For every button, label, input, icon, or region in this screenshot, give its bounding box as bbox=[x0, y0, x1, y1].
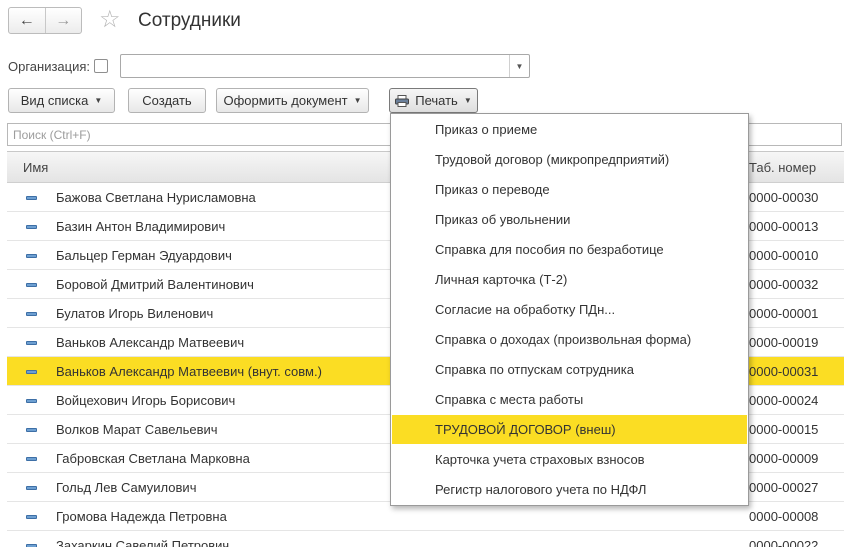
chevron-down-icon: ▼ bbox=[353, 96, 362, 105]
employee-tab-number: 0000-00030 bbox=[749, 190, 819, 205]
employee-tab-number: 0000-00022 bbox=[749, 538, 819, 547]
employee-name: Габровская Светлана Марковна bbox=[56, 451, 250, 466]
employee-name: Гольд Лев Самуилович bbox=[56, 480, 197, 495]
employee-tab-number: 0000-00024 bbox=[749, 393, 819, 408]
table-row[interactable]: Громова Надежда Петровна 0000-00008 bbox=[7, 502, 844, 531]
employee-icon bbox=[26, 225, 37, 229]
employee-name: Волков Марат Савельевич bbox=[56, 422, 218, 437]
print-menu-item[interactable]: Приказ о переводе bbox=[392, 175, 747, 204]
employee-name: Громова Надежда Петровна bbox=[56, 509, 227, 524]
employee-icon bbox=[26, 312, 37, 316]
chevron-down-icon: ▼ bbox=[463, 96, 472, 105]
print-menu-item[interactable]: Справка с места работы bbox=[392, 385, 747, 414]
print-menu-item[interactable]: Справка по отпускам сотрудника bbox=[392, 355, 747, 384]
arrow-right-icon: → bbox=[55, 11, 72, 29]
page-title: Сотрудники bbox=[138, 10, 241, 31]
employee-name: Боровой Дмитрий Валентинович bbox=[56, 277, 254, 292]
employee-icon bbox=[26, 283, 37, 287]
employee-name: Булатов Игорь Виленович bbox=[56, 306, 214, 321]
back-button[interactable]: ← bbox=[9, 8, 45, 33]
create-label: Создать bbox=[142, 93, 192, 108]
create-document-label: Оформить документ bbox=[223, 93, 348, 108]
employee-icon bbox=[26, 457, 37, 461]
print-menu-item[interactable]: Справка для пособия по безработице bbox=[392, 235, 747, 264]
employee-icon bbox=[26, 254, 37, 258]
employee-name: Ваньков Александр Матвеевич bbox=[56, 335, 245, 350]
column-header-tab-number[interactable]: Таб. номер bbox=[749, 160, 816, 175]
forward-button[interactable]: → bbox=[44, 8, 82, 33]
navigation-buttons: ← → bbox=[8, 7, 82, 34]
column-header-name[interactable]: Имя bbox=[23, 160, 48, 175]
print-menu-item[interactable]: Приказ о приеме bbox=[392, 115, 747, 144]
chevron-down-icon[interactable]: ▼ bbox=[509, 55, 529, 77]
employee-icon bbox=[26, 515, 37, 519]
employee-tab-number: 0000-00019 bbox=[749, 335, 819, 350]
print-menu-item[interactable]: Справка о доходах (произвольная форма) bbox=[392, 325, 747, 354]
print-menu-item[interactable]: Карточка учета страховых взносов bbox=[392, 445, 747, 474]
print-menu-item[interactable]: Приказ об увольнении bbox=[392, 205, 747, 234]
employee-name: Войцехович Игорь Борисович bbox=[56, 393, 236, 408]
arrow-left-icon: ← bbox=[18, 11, 35, 29]
employee-tab-number: 0000-00032 bbox=[749, 277, 819, 292]
view-list-label: Вид списка bbox=[20, 93, 89, 108]
chevron-down-icon: ▼ bbox=[94, 96, 103, 105]
print-menu-item[interactable]: Регистр налогового учета по НДФЛ bbox=[392, 475, 747, 504]
employee-tab-number: 0000-00001 bbox=[749, 306, 819, 321]
print-menu-item[interactable]: Согласие на обработку ПДн... bbox=[392, 295, 747, 324]
employee-tab-number: 0000-00008 bbox=[749, 509, 819, 524]
employee-icon bbox=[26, 341, 37, 345]
employee-tab-number: 0000-00027 bbox=[749, 480, 819, 495]
employee-name: Базин Антон Владимирович bbox=[56, 219, 226, 234]
employee-icon bbox=[26, 370, 37, 374]
print-menu-item[interactable]: Трудовой договор (микропредприятий) bbox=[392, 145, 747, 174]
employee-name: Бальцер Герман Эдуардович bbox=[56, 248, 232, 263]
employee-tab-number: 0000-00010 bbox=[749, 248, 819, 263]
employee-tab-number: 0000-00015 bbox=[749, 422, 819, 437]
organization-select[interactable]: ▼ bbox=[120, 54, 530, 78]
employee-tab-number: 0000-00031 bbox=[749, 364, 819, 379]
employee-name: Ваньков Александр Матвеевич (внут. совм.… bbox=[56, 364, 322, 379]
print-menu-item[interactable]: ТРУДОВОЙ ДОГОВОР (внеш) bbox=[392, 415, 747, 444]
organization-label: Организация: bbox=[8, 59, 91, 74]
employee-tab-number: 0000-00013 bbox=[749, 219, 819, 234]
print-button[interactable]: Печать ▼ bbox=[389, 88, 478, 113]
employee-name: Бажова Светлана Нурисламовна bbox=[56, 190, 256, 205]
employee-icon bbox=[26, 196, 37, 200]
printer-icon bbox=[395, 94, 410, 107]
create-document-button[interactable]: Оформить документ ▼ bbox=[216, 88, 369, 113]
employee-icon bbox=[26, 486, 37, 490]
table-row[interactable]: Захаркин Савелий Петрович 0000-00022 bbox=[7, 531, 844, 547]
organization-checkbox[interactable] bbox=[94, 59, 108, 73]
employee-icon bbox=[26, 399, 37, 403]
employee-tab-number: 0000-00009 bbox=[749, 451, 819, 466]
create-button[interactable]: Создать bbox=[128, 88, 206, 113]
print-menu: Приказ о приеме Трудовой договор (микропр… bbox=[390, 113, 749, 506]
print-menu-item[interactable]: Личная карточка (Т-2) bbox=[392, 265, 747, 294]
employee-name: Захаркин Савелий Петрович bbox=[56, 538, 230, 547]
view-list-button[interactable]: Вид списка ▼ bbox=[8, 88, 115, 113]
star-icon[interactable]: ☆ bbox=[99, 6, 121, 34]
employee-icon bbox=[26, 428, 37, 432]
print-label: Печать bbox=[415, 93, 458, 108]
